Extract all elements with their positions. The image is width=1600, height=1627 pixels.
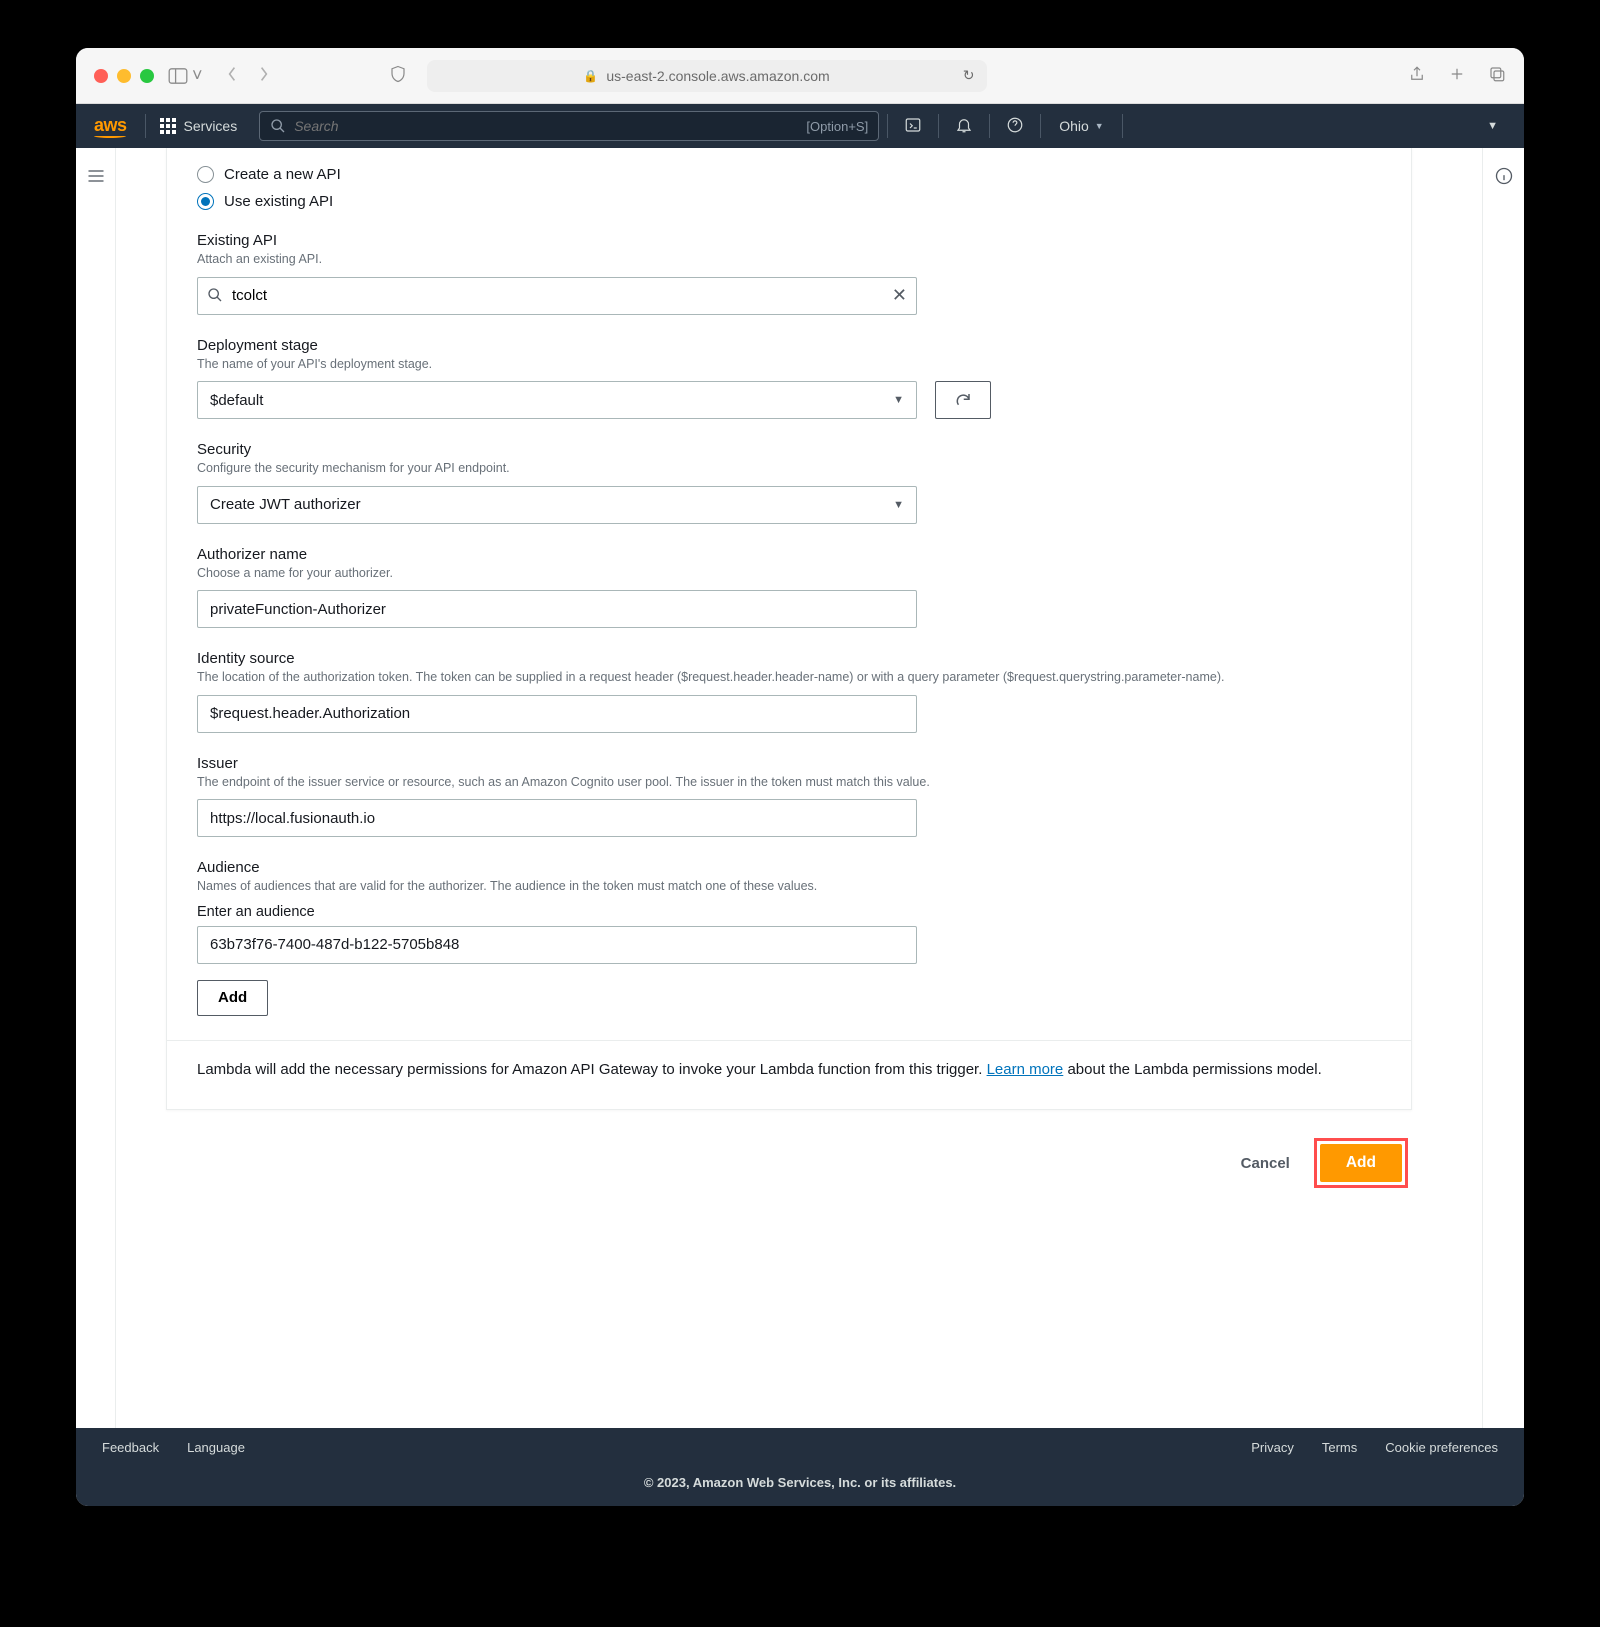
- radio-create-api[interactable]: Create a new API: [197, 166, 1381, 183]
- radio-existing-api[interactable]: Use existing API: [197, 193, 1381, 210]
- add-audience-button[interactable]: Add: [197, 980, 268, 1016]
- footer: Feedback Language Privacy Terms Cookie p…: [76, 1428, 1524, 1506]
- security-label: Security: [197, 441, 1381, 458]
- identity-input[interactable]: $request.header.Authorization: [197, 695, 917, 733]
- stage-label: Deployment stage: [197, 337, 1381, 354]
- radio-label: Create a new API: [224, 166, 341, 183]
- security-desc: Configure the security mechanism for you…: [197, 460, 1381, 478]
- terms-link[interactable]: Terms: [1322, 1440, 1357, 1455]
- back-icon[interactable]: [225, 66, 239, 85]
- search-icon: [207, 287, 223, 306]
- help-icon[interactable]: [990, 116, 1040, 137]
- address-bar[interactable]: 🔒 us-east-2.console.aws.amazon.com ↻: [427, 60, 987, 92]
- services-menu[interactable]: Services: [146, 118, 252, 134]
- shield-icon[interactable]: [389, 65, 407, 86]
- existing-api-label: Existing API: [197, 232, 1381, 249]
- permissions-note: Lambda will add the necessary permission…: [197, 1059, 1381, 1082]
- language-link[interactable]: Language: [187, 1440, 245, 1455]
- identity-label: Identity source: [197, 650, 1381, 667]
- reload-icon[interactable]: ↻: [963, 67, 975, 84]
- form-panel: Create a new API Use existing API Existi…: [166, 148, 1412, 1110]
- right-drawer-toggle[interactable]: [1482, 148, 1524, 1428]
- left-drawer-toggle[interactable]: [76, 148, 116, 1428]
- maximize-window-icon[interactable]: [140, 69, 154, 83]
- services-label: Services: [184, 118, 238, 134]
- account-menu[interactable]: ▼: [1487, 120, 1524, 132]
- add-button[interactable]: Add: [1320, 1144, 1402, 1182]
- window-controls: [94, 69, 154, 83]
- close-window-icon[interactable]: [94, 69, 108, 83]
- clear-icon[interactable]: ✕: [892, 285, 907, 306]
- issuer-label: Issuer: [197, 755, 1381, 772]
- audience-input[interactable]: 63b73f76-7400-487d-b122-5705b848: [197, 926, 917, 964]
- stage-desc: The name of your API's deployment stage.: [197, 356, 1381, 374]
- existing-api-input[interactable]: [197, 277, 917, 315]
- chevron-down-icon: ▼: [893, 499, 904, 511]
- stage-value: $default: [210, 392, 263, 409]
- chevron-down-icon: ▼: [893, 394, 904, 406]
- chevron-down-icon: ▼: [1095, 121, 1104, 131]
- highlight-box: Add: [1314, 1138, 1408, 1188]
- divider: [167, 1040, 1411, 1041]
- identity-desc: The location of the authorization token.…: [197, 669, 1381, 687]
- cancel-button[interactable]: Cancel: [1235, 1138, 1296, 1188]
- refresh-button[interactable]: [935, 381, 991, 419]
- minimize-window-icon[interactable]: [117, 69, 131, 83]
- lock-icon: 🔒: [583, 69, 598, 83]
- security-value: Create JWT authorizer: [210, 496, 361, 513]
- search-shortcut: [Option+S]: [806, 119, 868, 134]
- url-text: us-east-2.console.aws.amazon.com: [606, 68, 829, 84]
- issuer-desc: The endpoint of the issuer service or re…: [197, 774, 1381, 792]
- new-tab-icon[interactable]: [1448, 65, 1466, 86]
- bell-icon[interactable]: [939, 116, 989, 137]
- cookies-link[interactable]: Cookie preferences: [1385, 1440, 1498, 1455]
- aws-top-nav: aws Services [Option+S] Ohio ▼ ▼: [76, 104, 1524, 148]
- region-label: Ohio: [1059, 118, 1089, 134]
- nav-search-input[interactable]: [294, 118, 868, 134]
- forward-icon[interactable]: [257, 66, 271, 85]
- audience-sub: Enter an audience: [197, 904, 1381, 920]
- authorizer-input[interactable]: privateFunction-Authorizer: [197, 590, 917, 628]
- browser-window: ˅ 🔒 us-east-2.console.aws.amazon.com ↻ a…: [76, 48, 1524, 1506]
- grid-icon: [160, 118, 176, 134]
- security-select[interactable]: Create JWT authorizer ▼: [197, 486, 917, 524]
- nav-search[interactable]: [Option+S]: [259, 111, 879, 141]
- browser-chrome: ˅ 🔒 us-east-2.console.aws.amazon.com ↻: [76, 48, 1524, 104]
- feedback-link[interactable]: Feedback: [102, 1440, 159, 1455]
- main-content: Create a new API Use existing API Existi…: [116, 148, 1482, 1428]
- tabs-icon[interactable]: [1488, 65, 1506, 86]
- authorizer-label: Authorizer name: [197, 546, 1381, 563]
- form-actions: Cancel Add: [166, 1110, 1432, 1222]
- region-selector[interactable]: Ohio ▼: [1041, 118, 1122, 134]
- copyright: © 2023, Amazon Web Services, Inc. or its…: [76, 1467, 1524, 1506]
- issuer-input[interactable]: https://local.fusionauth.io: [197, 799, 917, 837]
- radio-icon: [197, 193, 214, 210]
- audience-label: Audience: [197, 859, 1381, 876]
- audience-desc: Names of audiences that are valid for th…: [197, 878, 1381, 896]
- share-icon[interactable]: [1408, 65, 1426, 86]
- stage-select[interactable]: $default ▼: [197, 381, 917, 419]
- existing-api-desc: Attach an existing API.: [197, 251, 1381, 269]
- privacy-link[interactable]: Privacy: [1251, 1440, 1294, 1455]
- learn-more-link[interactable]: Learn more: [987, 1061, 1064, 1078]
- radio-label: Use existing API: [224, 193, 333, 210]
- sidebar-toggle-icon[interactable]: ˅: [168, 65, 203, 86]
- aws-logo[interactable]: aws: [76, 115, 145, 138]
- page-body: Create a new API Use existing API Existi…: [76, 148, 1524, 1428]
- chevron-down-icon: ˅: [192, 65, 203, 86]
- cloudshell-icon[interactable]: [888, 116, 938, 137]
- authorizer-desc: Choose a name for your authorizer.: [197, 565, 1381, 583]
- radio-icon: [197, 166, 214, 183]
